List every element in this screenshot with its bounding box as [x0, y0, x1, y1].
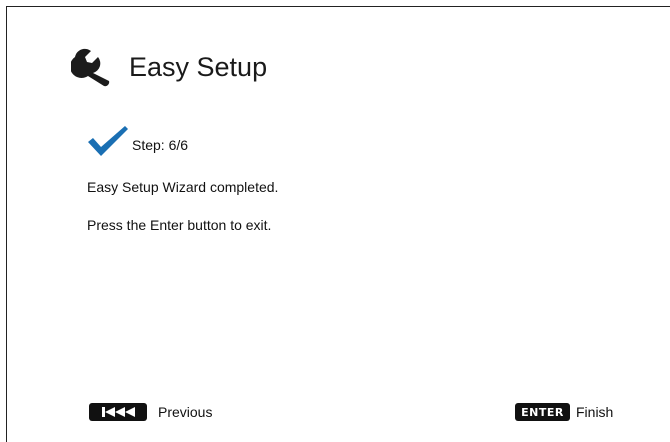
page-title: Easy Setup	[129, 51, 268, 82]
checkmark-icon	[88, 126, 128, 156]
wrench-icon	[71, 48, 110, 87]
finish-label: Finish	[576, 404, 614, 420]
completion-message: Easy Setup Wizard completed.	[87, 179, 279, 195]
enter-key: ENTER	[515, 403, 570, 421]
step-indicator: Step: 6/6	[87, 125, 188, 157]
finish-button[interactable]: ENTER Finish	[515, 403, 613, 421]
exit-instruction: Press the Enter button to exit.	[87, 217, 272, 233]
skip-back-key	[89, 403, 147, 421]
step-label: Step: 6/6	[132, 137, 189, 153]
previous-button[interactable]: Previous	[89, 403, 212, 421]
skip-back-icon	[102, 407, 135, 417]
previous-label: Previous	[158, 404, 213, 420]
setup-panel: Easy Setup Step: 6/6 Easy Setup Wizard c…	[6, 6, 670, 442]
header: Easy Setup	[71, 47, 267, 87]
